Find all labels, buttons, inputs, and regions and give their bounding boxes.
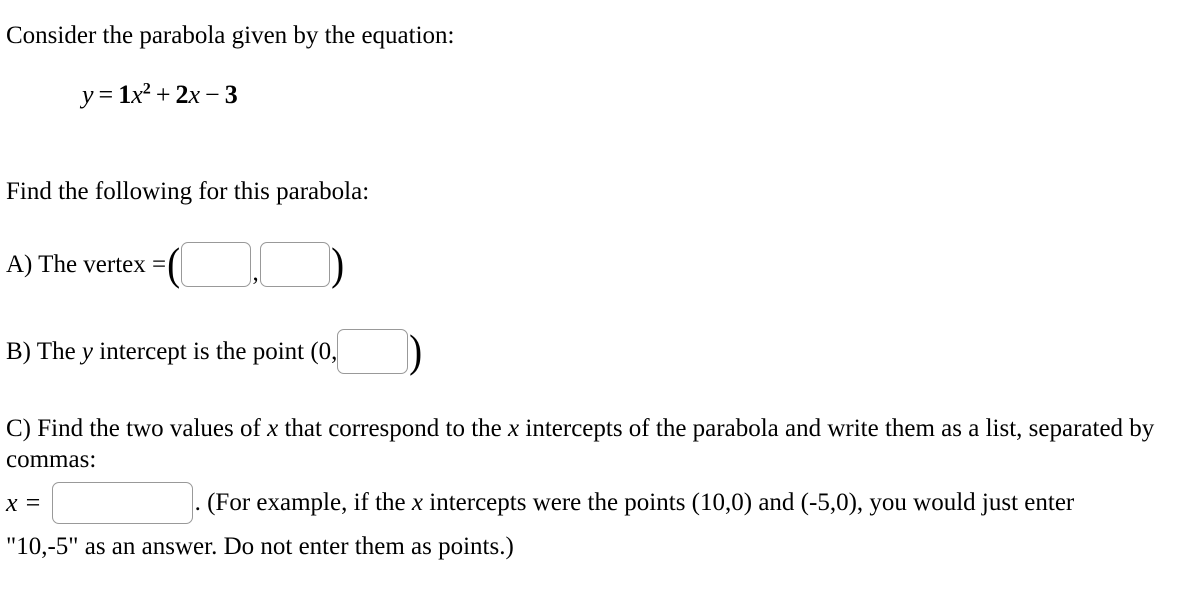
prompt-text: Consider the parabola given by the equat… [6, 22, 455, 49]
part-b-variable: y [81, 337, 94, 365]
part-c-variable-1: x [267, 415, 279, 442]
equation-coefficient-a: 1 [118, 80, 132, 109]
y-intercept-input[interactable] [337, 328, 409, 374]
part-c-answer-row: x = . (For example, if the x intercepts … [6, 480, 1074, 526]
equation-minus-operator: − [205, 80, 220, 109]
part-c-example-text-2: intercepts were the points (10,0) and (-… [429, 489, 1075, 516]
equation-coefficient-b: 2 [175, 80, 189, 109]
equation-exponent: 2 [142, 80, 151, 98]
part-c-variable-2: x [508, 415, 520, 442]
part-a-row: A) The vertex = ( , ) [6, 238, 344, 289]
part-a-comma: , [252, 258, 259, 286]
equation-variable-x-squared: x [131, 80, 143, 109]
equation-plus-operator: + [155, 80, 171, 109]
equation-equals: = [98, 80, 114, 109]
vertex-x-input[interactable] [181, 241, 252, 287]
equation-variable-x: x [188, 80, 201, 109]
x-intercepts-input[interactable] [51, 482, 193, 524]
instruction-text: Find the following for this parabola: [6, 178, 370, 205]
part-c-example-last-line: "10,-5" as an answer. Do not enter them … [6, 533, 514, 560]
part-c-text-2: that correspond to the [284, 415, 502, 442]
worksheet-page: Consider the parabola given by the equat… [0, 0, 1200, 592]
part-c-text-1: C) Find the two values of [6, 415, 261, 442]
part-c-example-variable: x [411, 489, 424, 516]
equation-constant: 3 [224, 80, 238, 109]
part-b-label-before: B) The [6, 337, 76, 365]
part-b-label-after: intercept is the point (0, [99, 337, 338, 365]
part-b-row: B) The y intercept is the point (0, ) [6, 325, 423, 376]
part-c-example-text-1: . (For example, if the [194, 489, 406, 516]
vertex-y-input[interactable] [259, 241, 330, 287]
equation-lhs: y [82, 80, 94, 109]
parabola-equation: y = 1x2 +2x −3 [82, 80, 238, 110]
part-a-label: A) The vertex = [6, 250, 167, 278]
part-c-block: C) Find the two values of x that corresp… [6, 414, 1196, 475]
part-c-x-label: x = [6, 488, 42, 517]
part-c-question-text: C) Find the two values of x that corresp… [6, 414, 1196, 475]
